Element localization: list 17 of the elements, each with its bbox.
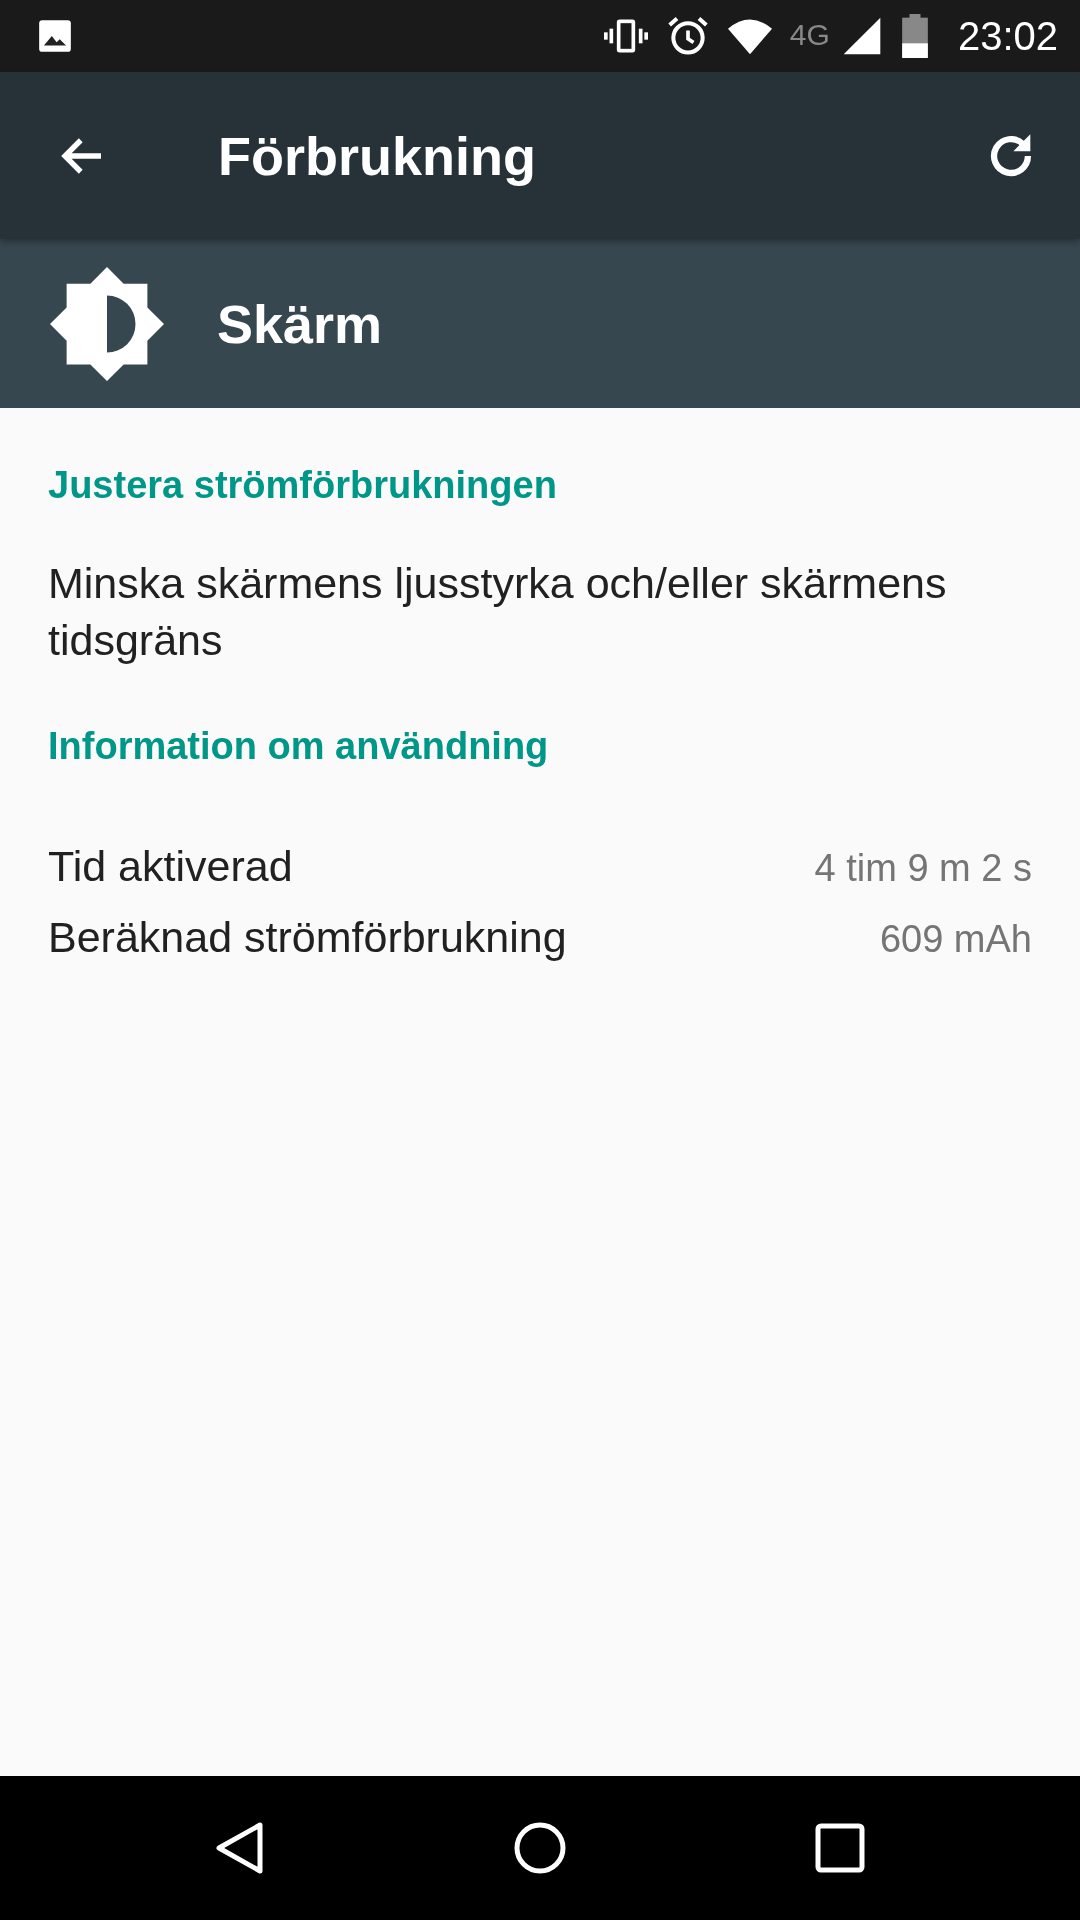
suggestion-text[interactable]: Minska skärmens ljusstyrka och/eller skärmens tidsgräns	[48, 555, 1032, 669]
back-icon[interactable]	[214, 1822, 266, 1874]
header-title: Skärm	[217, 292, 383, 355]
info-label: Tid aktiverad	[48, 842, 293, 891]
network-label: 4G	[789, 17, 830, 52]
info-value: 609 mAh	[879, 918, 1032, 961]
info-value: 4 tim 9 m 2 s	[814, 847, 1032, 890]
brightness-icon	[50, 266, 164, 381]
section-header: Justera strömförbrukningen	[48, 464, 558, 507]
battery-icon	[901, 14, 928, 58]
section-header: Information om användning	[48, 725, 550, 768]
clock: 23:02	[957, 13, 1058, 59]
screen-title: Förbrukning	[218, 124, 537, 187]
recents-icon[interactable]	[814, 1822, 866, 1874]
image-icon	[36, 17, 74, 55]
home-icon[interactable]	[514, 1822, 566, 1874]
info-label: Beräknad strömförbrukning	[48, 913, 567, 962]
